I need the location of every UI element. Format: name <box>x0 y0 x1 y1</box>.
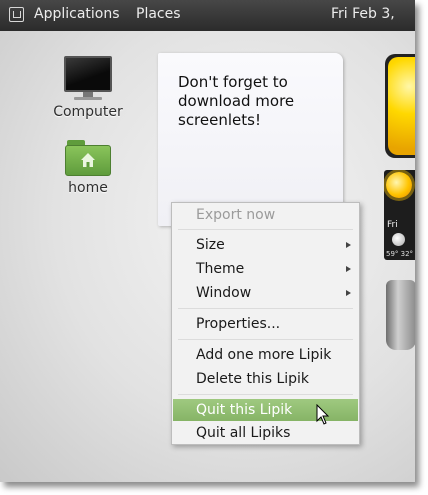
weather-widget[interactable]: Fri 59° 32° <box>384 170 415 260</box>
computer-icon <box>38 56 138 100</box>
menu-item-properties[interactable]: Properties... <box>173 313 358 335</box>
desktop-icon-home[interactable]: home <box>38 140 138 196</box>
desktop-icon-label: Computer <box>53 104 123 120</box>
menu-item-quit-lipik[interactable]: Quit this Lipik <box>173 399 358 421</box>
menu-item-theme[interactable]: Theme <box>173 258 358 280</box>
menu-item-quit-all-lipiks[interactable]: Quit all Lipiks <box>173 422 358 444</box>
top-panel: Applications Places Fri Feb 3, <box>0 0 415 31</box>
desktop-icon-computer[interactable]: Computer <box>38 56 138 120</box>
menu-item-window[interactable]: Window <box>173 282 358 304</box>
menu-item-delete-lipik[interactable]: Delete this Lipik <box>173 368 358 390</box>
menu-separator <box>178 308 353 309</box>
submenu-arrow-icon <box>346 242 351 248</box>
places-menu[interactable]: Places <box>136 6 181 22</box>
desktop-icon-label: home <box>68 180 108 196</box>
weather-day: Fri <box>387 220 398 230</box>
mouse-cursor-icon <box>316 404 330 425</box>
menu-item-label: Quit this Lipik <box>196 402 293 418</box>
menu-item-label: Size <box>196 237 225 253</box>
home-folder-icon <box>65 140 111 176</box>
menu-item-label: Delete this Lipik <box>196 371 310 387</box>
applications-menu[interactable]: Applications <box>34 6 120 22</box>
clock-widget[interactable] <box>385 54 415 158</box>
context-menu: Export now Size Theme Window Properties.… <box>171 202 360 445</box>
menu-item-label: Export now <box>196 207 276 223</box>
weather-temperature: 59° 32° <box>386 250 414 258</box>
menu-item-label: Window <box>196 285 252 301</box>
menu-item-export-now: Export now <box>173 204 358 226</box>
panel-clock[interactable]: Fri Feb 3, <box>331 6 395 22</box>
menu-item-label: Properties... <box>196 316 281 332</box>
menu-separator <box>178 339 353 340</box>
moon-icon <box>392 233 405 246</box>
menu-item-size[interactable]: Size <box>173 234 358 256</box>
submenu-arrow-icon <box>346 290 351 296</box>
sun-icon <box>386 172 412 198</box>
sticky-note[interactable]: Don't forget to download more screenlets… <box>158 53 343 226</box>
lamp-widget[interactable] <box>386 280 415 350</box>
menu-separator <box>178 229 353 230</box>
sticky-note-text: Don't forget to download more screenlets… <box>178 73 295 129</box>
mint-menu-icon[interactable] <box>9 7 24 22</box>
menu-item-add-lipik[interactable]: Add one more Lipik <box>173 344 358 366</box>
submenu-arrow-icon <box>346 266 351 272</box>
desktop-window: Applications Places Fri Feb 3, Computer … <box>0 0 415 482</box>
menu-separator <box>178 394 353 395</box>
clock-face-icon <box>388 57 415 155</box>
menu-item-label: Theme <box>196 261 245 277</box>
menu-item-label: Quit all Lipiks <box>196 425 291 441</box>
menu-item-label: Add one more Lipik <box>196 347 332 363</box>
